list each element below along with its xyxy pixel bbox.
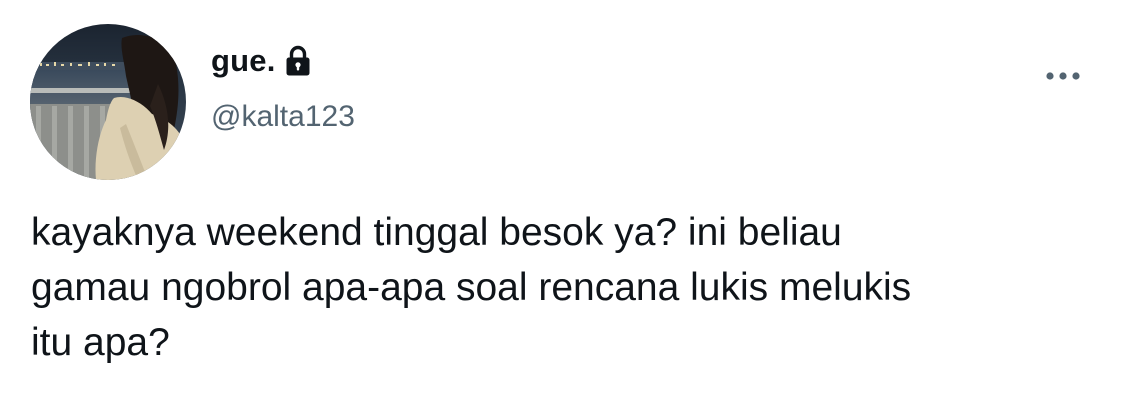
user-handle[interactable]: @kalta123 — [211, 100, 355, 134]
tweet-text-line: gamau ngobrol apa-apa soal rencana lukis… — [31, 266, 912, 309]
display-name[interactable]: gue. — [211, 43, 276, 79]
avatar[interactable] — [30, 24, 186, 180]
tweet-text-line: itu apa? — [31, 321, 170, 364]
tweet-text-line: kayaknya weekend tinggal besok ya? ini b… — [31, 211, 842, 254]
lock-icon — [285, 45, 311, 77]
more-options-button[interactable] — [1038, 58, 1088, 94]
avatar-photo — [30, 24, 186, 180]
author-name-row: gue. — [211, 40, 311, 82]
tweet-card: gue. @kalta123 kayaknya weekend tinggal … — [0, 0, 1125, 411]
tweet-text: kayaknya weekend tinggal besok ya? ini b… — [31, 205, 1101, 370]
more-horizontal-icon — [1046, 72, 1080, 80]
